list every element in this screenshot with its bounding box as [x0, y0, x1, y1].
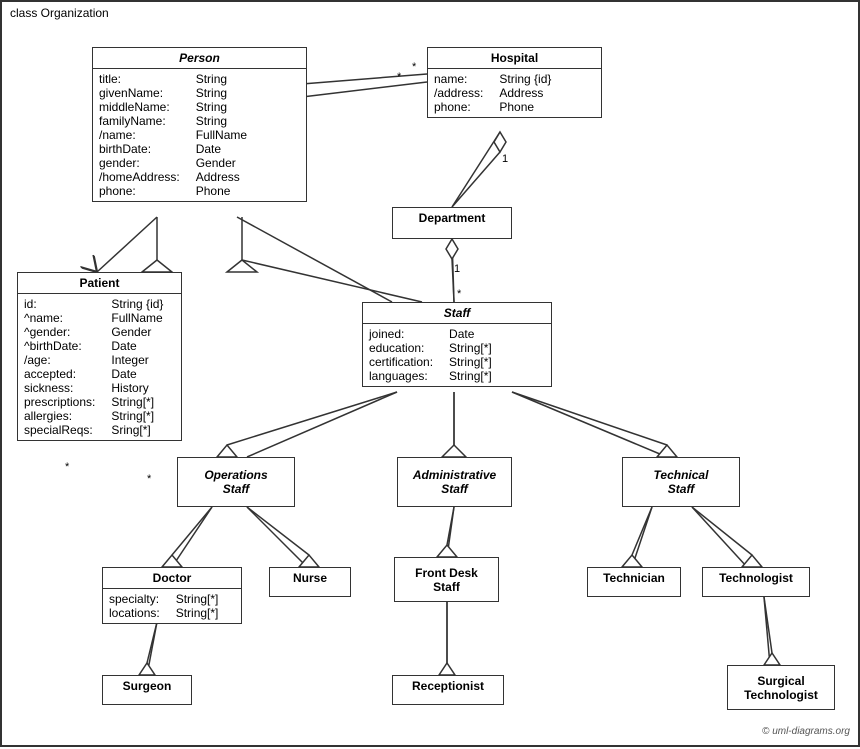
- operations-staff-class: OperationsStaff: [177, 457, 295, 507]
- hospital-attr-types: String {id}AddressPhone: [499, 72, 551, 114]
- patient-attr-names: id:^name:^gender:^birthDate:/age:accepte…: [24, 297, 95, 437]
- department-class: Department: [392, 207, 512, 239]
- technical-staff-class: TechnicalStaff: [622, 457, 740, 507]
- diagram-title: class Organization: [10, 6, 109, 20]
- technician-class: Technician: [587, 567, 681, 597]
- technologist-header: Technologist: [703, 568, 809, 588]
- technician-header: Technician: [588, 568, 680, 588]
- receptionist-header: Receptionist: [393, 676, 503, 696]
- person-header: Person: [93, 48, 306, 69]
- staff-body: joined:education:certification:languages…: [363, 324, 551, 386]
- svg-text:*: *: [397, 71, 402, 83]
- patient-body: id:^name:^gender:^birthDate:/age:accepte…: [18, 294, 181, 440]
- nurse-class: Nurse: [269, 567, 351, 597]
- hospital-body: name:/address:phone: String {id}AddressP…: [428, 69, 601, 117]
- patient-attr-types: String {id}FullNameGenderDateIntegerDate…: [111, 297, 163, 437]
- hospital-attr-names: name:/address:phone:: [434, 72, 483, 114]
- person-attr-types: StringStringStringStringFullNameDateGend…: [196, 72, 247, 198]
- svg-text:1: 1: [502, 153, 508, 165]
- technical-staff-header: TechnicalStaff: [623, 465, 739, 499]
- receptionist-class: Receptionist: [392, 675, 504, 705]
- front-desk-header: Front DeskStaff: [395, 563, 498, 597]
- person-body: title:givenName:middleName:familyName:/n…: [93, 69, 306, 201]
- doctor-body: specialty:locations: String[*]String[*]: [103, 589, 241, 623]
- doctor-class: Doctor specialty:locations: String[*]Str…: [102, 567, 242, 624]
- doctor-attr-names: specialty:locations:: [109, 592, 160, 620]
- doctor-header: Doctor: [103, 568, 241, 589]
- front-desk-class: Front DeskStaff: [394, 557, 499, 602]
- person-class: Person title:givenName:middleName:family…: [92, 47, 307, 202]
- operations-staff-header: OperationsStaff: [178, 465, 294, 499]
- svg-text:*: *: [412, 61, 417, 73]
- department-header: Department: [393, 208, 511, 228]
- surgeon-class: Surgeon: [102, 675, 192, 705]
- patient-class: Patient id:^name:^gender:^birthDate:/age…: [17, 272, 182, 441]
- surgical-technologist-header: SurgicalTechnologist: [728, 671, 834, 705]
- diagram-container: class Organization: [0, 0, 860, 747]
- nurse-header: Nurse: [270, 568, 350, 588]
- patient-header: Patient: [18, 273, 181, 294]
- staff-class: Staff joined:education:certification:lan…: [362, 302, 552, 387]
- doctor-attr-types: String[*]String[*]: [176, 592, 219, 620]
- surgeon-header: Surgeon: [103, 676, 191, 696]
- admin-staff-class: AdministrativeStaff: [397, 457, 512, 507]
- svg-text:*: *: [147, 473, 152, 485]
- hospital-header: Hospital: [428, 48, 601, 69]
- person-attr-names: title:givenName:middleName:familyName:/n…: [99, 72, 180, 198]
- technologist-class: Technologist: [702, 567, 810, 597]
- staff-attr-names: joined:education:certification:languages…: [369, 327, 433, 383]
- staff-attr-types: DateString[*]String[*]String[*]: [449, 327, 492, 383]
- svg-text:1: 1: [454, 263, 460, 275]
- surgical-technologist-class: SurgicalTechnologist: [727, 665, 835, 710]
- svg-text:*: *: [65, 461, 70, 473]
- admin-staff-header: AdministrativeStaff: [398, 465, 511, 499]
- svg-text:*: *: [457, 288, 462, 300]
- copyright: © uml-diagrams.org: [762, 726, 850, 737]
- staff-header: Staff: [363, 303, 551, 324]
- hospital-class: Hospital name:/address:phone: String {id…: [427, 47, 602, 118]
